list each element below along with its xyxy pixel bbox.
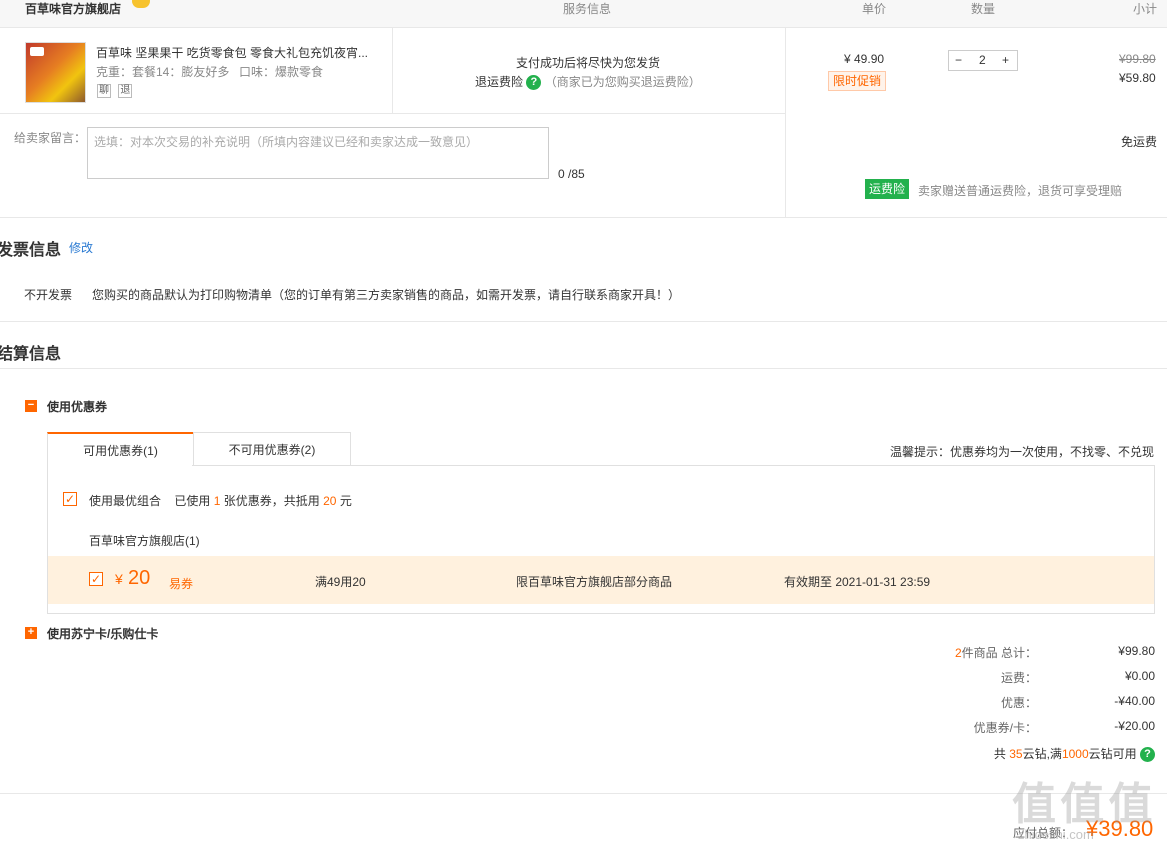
- coupon-row[interactable]: ✓ ¥ 20 易券 满49用20 限百草味官方旗舰店部分商品 有效期至 2021…: [48, 556, 1154, 604]
- coupon-checkbox[interactable]: ✓: [89, 572, 103, 586]
- discount-label: 优惠：: [1000, 696, 1037, 710]
- free-shipping: 免运费: [1121, 135, 1158, 149]
- promo-badge: 限时促销: [828, 71, 887, 91]
- header-unit-price: 单价: [862, 2, 887, 16]
- coupon-tip: 温馨提示：优惠券均为一次使用，不找零、不兑现: [890, 445, 1155, 459]
- items-total: ¥99.80: [1118, 644, 1155, 658]
- seller-message-input[interactable]: 选填：对本次交易的补充说明（所填内容建议已经和卖家达成一致意见）: [87, 127, 549, 179]
- divider: [785, 28, 786, 218]
- invoice-desc: 您购买的商品默认为打印购物清单（您的订单有第三方卖家销售的商品，如需开发票，请自…: [92, 288, 681, 302]
- ship-note: 支付成功后将尽快为您发货: [516, 56, 661, 70]
- divider: [0, 321, 1167, 322]
- shipping-insurance-note: 卖家赠送普通运费险，退货可享受理赔: [918, 184, 1123, 198]
- coupon-expiry: 有效期至 2021-01-31 23:59: [784, 575, 931, 589]
- cloud-suffix: 云钻可用: [1088, 747, 1137, 761]
- cloud-count: 35: [1009, 747, 1023, 761]
- discount-amount: -¥40.00: [1114, 694, 1155, 708]
- store-badge-icon: [132, 0, 150, 8]
- divider: [0, 113, 786, 114]
- cloud-min: 1000: [1061, 747, 1089, 761]
- used-amount: 20: [323, 494, 337, 508]
- items-label: 件商品 总计：: [961, 646, 1037, 660]
- best-combo-line: 使用最优组合 已使用 1 张优惠券，共抵用 20 元: [89, 492, 352, 509]
- invoice-edit-link[interactable]: 修改: [69, 239, 93, 256]
- chat-tag[interactable]: 聊: [97, 84, 111, 98]
- used-mid: 张优惠券，共抵用: [223, 494, 320, 508]
- product-tags: 聊 退: [97, 82, 133, 98]
- qty-minus-button[interactable]: −: [955, 53, 962, 67]
- cart-header: 百草味官方旗舰店 服务信息 单价 数量 小计: [0, 0, 1167, 28]
- coupon-type: 易券: [169, 577, 194, 591]
- message-label: 给卖家留言：: [14, 131, 87, 145]
- used-prefix: 已使用: [174, 494, 211, 508]
- help-icon[interactable]: ?: [1140, 747, 1155, 763]
- coupon-rule: 满49用20: [315, 575, 366, 589]
- header-service: 服务信息: [563, 2, 612, 16]
- tab-join: [48, 465, 192, 467]
- cloud-mid: 云钻,满: [1022, 747, 1062, 761]
- invoice-title: 发票信息: [0, 242, 62, 259]
- shipping-label: 运费：: [1000, 671, 1037, 685]
- item-subtotal: ¥59.80: [1119, 71, 1156, 85]
- tab-unavailable-coupons[interactable]: 不可用优惠券(2): [193, 432, 351, 466]
- divider: [0, 368, 1167, 369]
- coupon-amount: 20: [128, 567, 151, 589]
- best-combo-checkbox[interactable]: ✓: [63, 492, 77, 506]
- header-subtotal: 小计: [1133, 2, 1158, 16]
- tab-available-coupons[interactable]: 可用优惠券(1): [47, 432, 193, 466]
- product-title[interactable]: 百草味 坚果果干 吃货零食包 零食大礼包充饥夜宵...: [96, 44, 368, 61]
- used-count: 1: [213, 494, 221, 508]
- cloud-prefix: 共: [993, 747, 1006, 761]
- qty-input[interactable]: 2: [979, 53, 986, 67]
- original-subtotal: ¥99.80: [1119, 52, 1156, 66]
- watermark-logo: 值 值 值: [1012, 780, 1152, 829]
- coupon-card-amount: -¥20.00: [1114, 719, 1155, 733]
- items-total-label: 2件商品 总计：: [955, 644, 1037, 661]
- coupon-store-group: 百草味官方旗舰店(1): [89, 534, 200, 548]
- shipping-insurance-badge: 运费险: [865, 179, 909, 199]
- return-insurance-note: （商家已为您购买退运费险）: [544, 75, 701, 89]
- expand-icon[interactable]: +: [25, 627, 37, 639]
- return-tag[interactable]: 退: [118, 84, 133, 98]
- coupon-scope: 限百草味官方旗舰店部分商品: [516, 575, 673, 589]
- collapse-icon[interactable]: −: [25, 400, 37, 412]
- product-attr-flavor: 口味：爆款零食: [239, 65, 324, 79]
- divider: [0, 793, 1167, 794]
- invoice-type: 不开发票: [24, 288, 73, 302]
- store-name[interactable]: 百草味官方旗舰店: [25, 0, 121, 17]
- return-insurance-label: 退运费险: [475, 75, 524, 89]
- return-insurance-line: 退运费险 ? （商家已为您购买退运费险）: [475, 73, 701, 91]
- watermark-url: zhidezhi.com: [1018, 827, 1094, 842]
- header-quantity: 数量: [971, 2, 996, 16]
- coupon-toggle-label[interactable]: 使用优惠券: [47, 398, 107, 415]
- settlement-title: 结算信息: [0, 346, 62, 363]
- product-attr-weight: 克重：套餐14：膨友好多: [96, 65, 230, 79]
- product-thumbnail[interactable]: [25, 42, 86, 103]
- coupon-card-label: 优惠券/卡：: [973, 721, 1037, 735]
- help-icon[interactable]: ?: [526, 75, 542, 91]
- cloud-diamond-line: 共 35云钻,满1000云钻可用 ?: [993, 745, 1155, 763]
- card-toggle-label[interactable]: 使用苏宁卡/乐购仕卡: [47, 625, 158, 642]
- qty-plus-button[interactable]: +: [1002, 53, 1009, 67]
- quantity-stepper: − 2 +: [948, 50, 1018, 71]
- unit-price: ¥ 49.90: [844, 52, 885, 66]
- message-counter: 0 /85: [558, 167, 585, 181]
- divider: [0, 217, 1167, 218]
- used-suffix: 元: [339, 494, 352, 508]
- divider: [392, 28, 393, 114]
- best-combo-label: 使用最优组合: [89, 494, 162, 508]
- coupon-currency: ¥: [115, 571, 123, 587]
- items-count: 2: [954, 646, 962, 660]
- shipping-fee: ¥0.00: [1124, 669, 1155, 683]
